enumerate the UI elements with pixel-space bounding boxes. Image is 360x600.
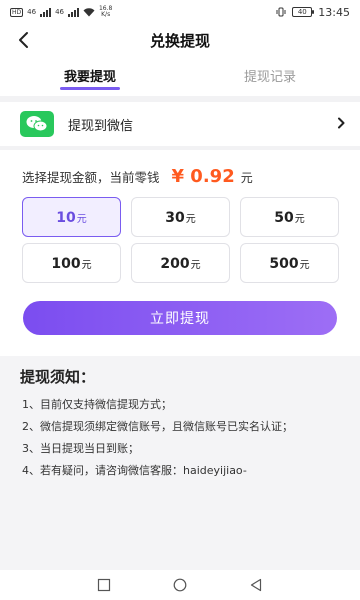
wechat-icon (20, 111, 54, 137)
notice-item: 4、若有疑问，请咨询微信客服：haideyijiao- (22, 464, 247, 477)
notice-item: 1、目前仅支持微信提现方式； (22, 398, 172, 411)
withdraw-notice: 提现须知： 1、目前仅支持微信提现方式； 2、微信提现须绑定微信账号，且微信账号… (0, 356, 360, 570)
clock: 13:45 (318, 5, 350, 19)
amount-value: 30 (165, 210, 185, 226)
amount-value: 500 (269, 256, 299, 272)
balance-label: 选择提现金额，当前零钱 (22, 170, 160, 185)
wifi-icon (83, 7, 95, 16)
system-nav-bar (0, 570, 360, 600)
nav-header: 兑换提现 (0, 24, 360, 56)
vibrate-icon (276, 7, 286, 17)
tab-withdraw[interactable]: 我要提现 (0, 56, 180, 96)
status-left: HD 46 46 16.8 K/s (10, 6, 112, 18)
hd-badge: HD (10, 7, 24, 17)
balance-unit: 元 (240, 171, 253, 185)
chevron-right-icon (338, 117, 345, 129)
page-title: 兑换提现 (149, 31, 210, 50)
amount-option-50[interactable]: 50 元 (240, 197, 339, 237)
withdraw-method-row[interactable]: 提现到微信 (0, 102, 360, 146)
amount-value: 50 (274, 210, 294, 226)
signal-icon-2 (67, 7, 79, 17)
amount-unit: 元 (299, 260, 310, 271)
section-divider-2 (0, 146, 360, 150)
amount-options: 10 元 30 元 50 元 100 元 200 元 500 元 (0, 197, 360, 283)
amount-value: 10 (56, 210, 76, 226)
tab-records-label: 提现记录 (243, 70, 296, 85)
tab-withdraw-records[interactable]: 提现记录 (180, 56, 360, 96)
speed-unit: K/s (101, 11, 111, 18)
amount-unit: 元 (190, 260, 201, 271)
amount-option-500[interactable]: 500 元 (240, 243, 339, 283)
recent-apps-icon[interactable] (97, 578, 111, 592)
sim1-label: 46 (27, 8, 37, 16)
amount-option-100[interactable]: 100 元 (22, 243, 121, 283)
balance-line: 选择提现金额，当前零钱 ¥ 0.92 元 (0, 166, 360, 187)
withdraw-now-button[interactable]: 立即提现 (23, 301, 337, 335)
amount-unit: 元 (81, 260, 92, 271)
withdraw-method-label: 提现到微信 (68, 118, 134, 134)
notice-item: 2、微信提现须绑定微信账号，且微信账号已实名认证； (22, 420, 293, 433)
amount-option-30[interactable]: 30 元 (131, 197, 230, 237)
status-bar: HD 46 46 16.8 K/s 40 13:45 (0, 0, 360, 24)
amount-unit: 元 (294, 214, 305, 225)
sim2-label: 46 (55, 8, 64, 16)
tab-bar: 我要提现 提现记录 (0, 56, 360, 96)
network-speed: 16.8 K/s (99, 6, 112, 18)
back-triangle-icon[interactable] (249, 578, 263, 592)
balance-value: ¥ 0.92 (171, 166, 235, 187)
signal-icon (40, 7, 52, 17)
amount-option-10[interactable]: 10 元 (22, 197, 121, 237)
notice-title: 提现须知： (20, 368, 96, 386)
amount-value: 100 (51, 256, 81, 272)
amount-unit: 元 (185, 214, 196, 225)
battery-level: 40 (297, 8, 307, 16)
amount-unit: 元 (76, 214, 87, 225)
home-icon[interactable] (173, 578, 187, 592)
amount-option-200[interactable]: 200 元 (131, 243, 230, 283)
back-arrow-icon[interactable] (14, 30, 34, 50)
amount-value: 200 (160, 256, 190, 272)
battery-icon: 40 (292, 7, 315, 17)
status-right: 40 13:45 (276, 6, 350, 19)
tab-withdraw-label: 我要提现 (63, 70, 116, 85)
notice-item: 3、当日提现当日到账； (22, 442, 139, 455)
